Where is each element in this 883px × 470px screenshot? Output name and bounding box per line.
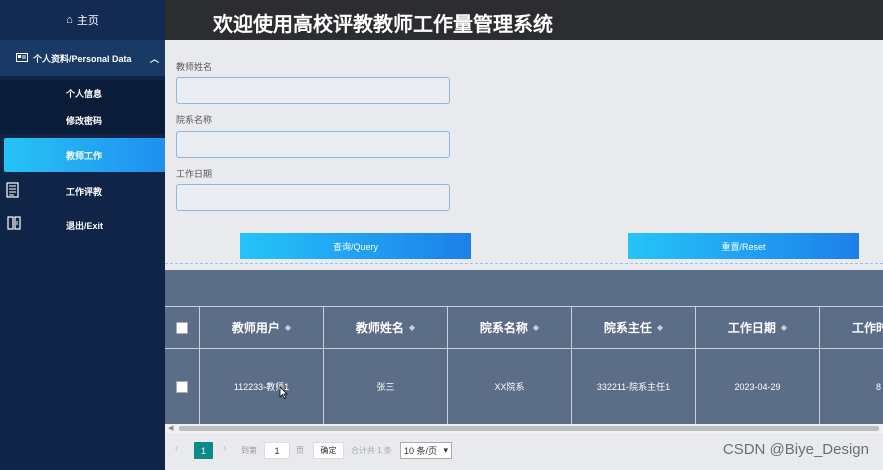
- goto-label: 到第: [241, 446, 257, 455]
- column-header[interactable]: 工作时: [820, 306, 883, 348]
- reset-button[interactable]: 重置/Reset: [628, 233, 859, 259]
- query-button[interactable]: 查询/Query: [240, 233, 471, 259]
- data-table: 教师用户 ◆ 教师姓名 ◆ 院系名称 ◆ 院系主任 ◆ 工作日期 ◆ 工作时 1…: [165, 306, 883, 424]
- table-cell: 112233-教师1: [200, 348, 324, 424]
- table-cell: XX院系: [448, 348, 572, 424]
- column-header[interactable]: 院系名称 ◆: [448, 306, 572, 348]
- sidebar-group-label: 个人资料/Personal Data: [33, 53, 132, 64]
- row-checkbox[interactable]: [176, 380, 188, 393]
- page-unit-label: 页: [296, 446, 304, 455]
- sidebar-item-label: 工作评教: [66, 186, 103, 197]
- table-cell: 332211-院系主任1: [572, 348, 696, 424]
- page-size-value: 10 条/页: [404, 446, 438, 456]
- sort-icon[interactable]: ◆: [657, 323, 663, 332]
- table-cell: 8: [820, 348, 883, 424]
- column-header[interactable]: 院系主任 ◆: [572, 306, 696, 348]
- chevron-up-icon: ︿: [149, 54, 159, 64]
- select-all-cell: [165, 306, 200, 348]
- sidebar-group-personal-data[interactable]: 个人资料/Personal Data ︿: [0, 40, 165, 76]
- horizontal-scrollbar[interactable]: ◀: [165, 424, 883, 433]
- department-name-label: 院系名称: [176, 115, 213, 125]
- next-page-icon[interactable]: ›: [223, 443, 226, 454]
- table-toolbar: [165, 270, 883, 306]
- column-header-label: 工作时: [852, 321, 883, 335]
- sort-icon[interactable]: ◆: [285, 323, 291, 332]
- header-bar: 欢迎使用高校评教教师工作量管理系统: [165, 0, 883, 40]
- page-jump-input[interactable]: 1: [264, 442, 290, 459]
- teacher-name-input[interactable]: [176, 77, 450, 104]
- column-header-label: 院系名称: [479, 321, 528, 335]
- column-header-label: 院系主任: [603, 321, 652, 335]
- page-size-select[interactable]: 10 条/页 ▾: [400, 442, 452, 459]
- chevron-down-icon: ▾: [443, 445, 448, 455]
- sidebar: ⌂ 主页 个人资料/Personal Data ︿ 个人信息 修改密码 教师工作…: [0, 0, 165, 470]
- mouse-cursor-icon: [279, 386, 288, 399]
- work-date-label: 工作日期: [176, 169, 213, 179]
- page-title: 欢迎使用高校评教教师工作量管理系统: [213, 14, 553, 36]
- home-icon: ⌂: [66, 14, 73, 26]
- sidebar-item-exit[interactable]: 退出/Exit: [0, 208, 165, 242]
- page-number-current[interactable]: 1: [194, 442, 213, 459]
- column-header-label: 教师用户: [231, 321, 280, 335]
- watermark: CSDN @Biye_Design: [722, 441, 869, 458]
- sidebar-item-profile[interactable]: 个人信息: [0, 80, 165, 107]
- id-card-icon: [16, 52, 28, 64]
- sidebar-item-change-password[interactable]: 修改密码: [0, 107, 165, 134]
- sort-icon[interactable]: ◆: [533, 323, 539, 332]
- table-cell: 张三: [324, 348, 448, 424]
- exit-door-icon: [6, 216, 21, 232]
- row-select-cell: [165, 348, 200, 424]
- column-header[interactable]: 教师用户 ◆: [200, 306, 324, 348]
- table-cell: 2023-04-29: [696, 348, 820, 424]
- department-name-input[interactable]: [176, 131, 450, 158]
- sort-icon[interactable]: ◆: [781, 323, 787, 332]
- document-icon: [6, 182, 20, 198]
- column-header[interactable]: 教师姓名 ◆: [324, 306, 448, 348]
- divider: [165, 263, 883, 264]
- column-header-label: 工作日期: [727, 321, 776, 335]
- total-count: 合计共 1 条: [351, 446, 392, 455]
- column-header[interactable]: 工作日期 ◆: [696, 306, 820, 348]
- sidebar-item-label: 退出/Exit: [66, 220, 104, 231]
- column-header-label: 教师姓名: [355, 321, 404, 335]
- sidebar-home[interactable]: ⌂ 主页: [0, 0, 165, 40]
- work-date-input[interactable]: [176, 184, 450, 211]
- sidebar-item-teacher-work[interactable]: 教师工作: [4, 138, 165, 172]
- sidebar-home-label: 主页: [76, 15, 99, 27]
- sidebar-item-evaluation[interactable]: 工作评教: [0, 174, 165, 208]
- page-jump-confirm-button[interactable]: 确定: [313, 442, 344, 459]
- sort-icon[interactable]: ◆: [409, 323, 415, 332]
- select-all-checkbox[interactable]: [176, 321, 188, 334]
- scrollbar-thumb[interactable]: [179, 426, 879, 431]
- teacher-name-label: 教师姓名: [176, 62, 213, 72]
- scroll-left-icon[interactable]: ◀: [168, 424, 173, 432]
- prev-page-icon[interactable]: ‹: [175, 443, 178, 454]
